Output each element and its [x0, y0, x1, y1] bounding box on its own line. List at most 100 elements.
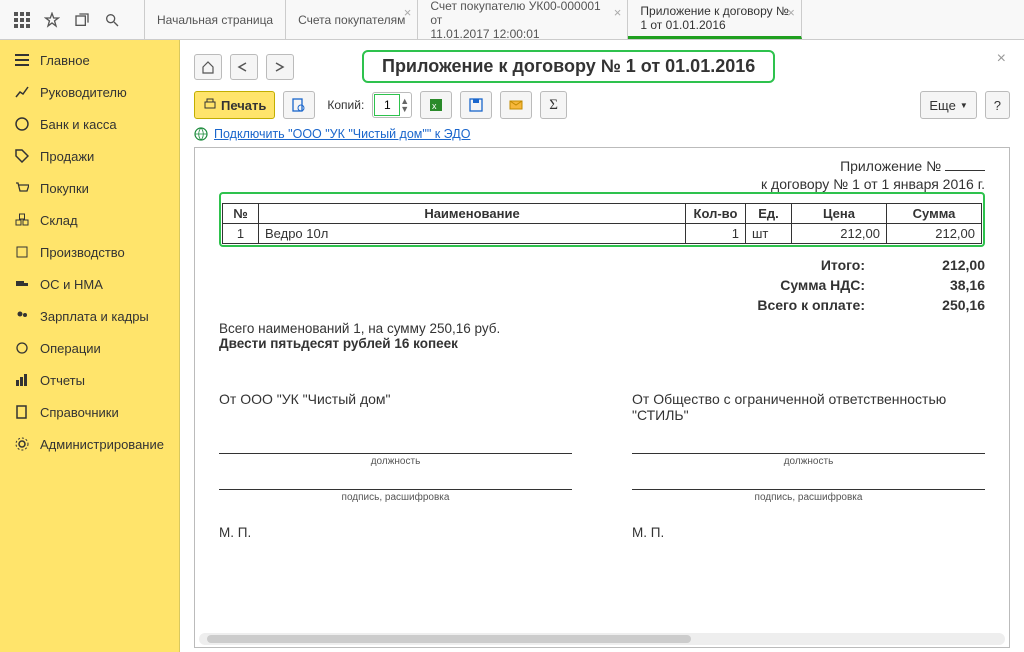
- sidebar-item-label: Главное: [40, 53, 90, 68]
- topbar: Начальная страница Счета покупателям × С…: [0, 0, 1024, 40]
- print-button[interactable]: Печать: [194, 91, 275, 119]
- sidebar-item-label: Администрирование: [40, 437, 164, 452]
- mail-button[interactable]: [500, 91, 532, 119]
- preview-button[interactable]: [283, 91, 315, 119]
- cell-sum: 212,00: [887, 224, 982, 244]
- copies-input[interactable]: [374, 94, 400, 116]
- sidebar-item-reports[interactable]: Отчеты: [0, 364, 179, 396]
- toolbar: Печать Копий: ▲▼ x Σ Еще: [180, 87, 1024, 123]
- book-icon: [14, 404, 30, 420]
- sidebar-item-label: Банк и касса: [40, 117, 117, 132]
- close-icon[interactable]: ×: [787, 6, 795, 20]
- col-sum: Сумма: [887, 204, 982, 224]
- close-icon[interactable]: ×: [404, 6, 412, 20]
- back-button[interactable]: [230, 54, 258, 80]
- sum-line2: Двести пятьдесят рублей 16 копеек: [219, 336, 985, 351]
- table-highlight: № Наименование Кол-во Ед. Цена Сумма 1 В…: [219, 192, 985, 247]
- sidebar-item-label: Склад: [40, 213, 78, 228]
- svg-text:x: x: [432, 101, 437, 111]
- close-main-icon[interactable]: ×: [997, 50, 1006, 68]
- sidebar-item-label: Продажи: [40, 149, 94, 164]
- contract-line: к договору № 1 от 1 января 2016 г.: [219, 176, 985, 192]
- col-qty: Кол-во: [686, 204, 746, 224]
- cell-qty: 1: [686, 224, 746, 244]
- tabs: Начальная страница Счета покупателям × С…: [145, 0, 1024, 39]
- sidebar-item-assets[interactable]: ОС и НМА: [0, 268, 179, 300]
- new-window-icon[interactable]: [74, 12, 90, 28]
- coin-icon: [14, 116, 30, 132]
- position-line: должность: [219, 453, 572, 467]
- gear-icon: [14, 436, 30, 452]
- sidebar-item-hr[interactable]: Зарплата и кадры: [0, 300, 179, 332]
- globe-icon: [194, 127, 208, 141]
- sum-button[interactable]: Σ: [540, 91, 567, 119]
- document-area: Приложение № к договору № 1 от 1 января …: [194, 147, 1010, 648]
- sum-line1: Всего наименований 1, на сумму 250,16 ру…: [219, 321, 985, 336]
- sidebar-item-sales[interactable]: Продажи: [0, 140, 179, 172]
- edo-link[interactable]: Подключить "ООО "УК "Чистый дом"" к ЭДО: [214, 127, 470, 141]
- total-label: Всего к оплате:: [745, 295, 865, 315]
- truck-icon: [14, 276, 30, 292]
- tab-appendix[interactable]: Приложение к договору № 1 от 01.01.2016 …: [628, 0, 801, 39]
- totals: Итого:212,00 Сумма НДС:38,16 Всего к опл…: [219, 255, 985, 315]
- forward-button[interactable]: [266, 54, 294, 80]
- home-button[interactable]: [194, 54, 222, 80]
- sign-left: От ООО "УК "Чистый дом" должность подпис…: [219, 391, 572, 540]
- star-icon[interactable]: [44, 12, 60, 28]
- cell-price: 212,00: [792, 224, 887, 244]
- page-title: Приложение к договору № 1 от 01.01.2016: [362, 50, 775, 83]
- close-icon[interactable]: ×: [614, 6, 622, 20]
- col-name: Наименование: [259, 204, 686, 224]
- help-button[interactable]: ?: [985, 91, 1010, 119]
- tab-home[interactable]: Начальная страница: [145, 0, 286, 39]
- sidebar-item-operations[interactable]: Операции: [0, 332, 179, 364]
- bars-icon: [14, 372, 30, 388]
- position-line: должность: [632, 453, 985, 467]
- save-button[interactable]: [460, 91, 492, 119]
- itogo-label: Итого:: [745, 255, 865, 275]
- items-table: № Наименование Кол-во Ед. Цена Сумма 1 В…: [222, 203, 982, 244]
- search-icon[interactable]: [104, 12, 120, 28]
- signature-line: подпись, расшифровка: [632, 489, 985, 503]
- sidebar-item-catalogs[interactable]: Справочники: [0, 396, 179, 428]
- cell-unit: шт: [746, 224, 792, 244]
- cell-num: 1: [223, 224, 259, 244]
- more-button[interactable]: Еще ▼: [920, 91, 976, 119]
- copies-label: Копий:: [327, 98, 364, 112]
- sidebar-item-bank[interactable]: Банк и касса: [0, 108, 179, 140]
- appendix-prefix: Приложение №: [840, 158, 941, 174]
- sidebar-item-label: ОС и НМА: [40, 277, 103, 292]
- sidebar-item-admin[interactable]: Администрирование: [0, 428, 179, 460]
- mp-right: М. П.: [632, 525, 985, 540]
- copies-spinner[interactable]: ▲▼: [400, 97, 410, 113]
- sidebar-item-warehouse[interactable]: Склад: [0, 204, 179, 236]
- tab-sublabel: 11.01.2017 12:00:01: [430, 27, 615, 41]
- sum-text: Всего наименований 1, на сумму 250,16 ру…: [219, 321, 985, 351]
- sidebar-item-manager[interactable]: Руководителю: [0, 76, 179, 108]
- excel-button[interactable]: x: [420, 91, 452, 119]
- sidebar-item-label: Операции: [40, 341, 101, 356]
- topbar-toolbar: [0, 0, 145, 39]
- nds-label: Сумма НДС:: [745, 275, 865, 295]
- people-icon: [14, 308, 30, 324]
- col-unit: Ед.: [746, 204, 792, 224]
- main-header: Приложение к договору № 1 от 01.01.2016 …: [180, 40, 1024, 87]
- boxes-icon: [14, 212, 30, 228]
- chart-up-icon: [14, 84, 30, 100]
- sidebar-item-home[interactable]: Главное: [0, 44, 179, 76]
- sign-from-left: От ООО "УК "Чистый дом": [219, 391, 572, 427]
- sign-right: От Общество с ограниченной ответственнос…: [632, 391, 985, 540]
- sidebar-item-purchases[interactable]: Покупки: [0, 172, 179, 204]
- tab-invoice-detail[interactable]: Счет покупателю УК00-000001 от 11.01.201…: [418, 0, 628, 39]
- print-label: Печать: [221, 98, 266, 113]
- horizontal-scrollbar[interactable]: [199, 633, 1005, 645]
- tab-invoices[interactable]: Счета покупателям ×: [286, 0, 418, 39]
- signatures: От ООО "УК "Чистый дом" должность подпис…: [219, 391, 985, 540]
- sign-from-right: От Общество с ограниченной ответственнос…: [632, 391, 985, 427]
- apps-icon[interactable]: [14, 12, 30, 28]
- sidebar-item-label: Покупки: [40, 181, 89, 196]
- tab-sublabel: 1 от 01.01.2016: [640, 18, 788, 32]
- table-row[interactable]: 1 Ведро 10л 1 шт 212,00 212,00: [223, 224, 982, 244]
- sidebar-item-production[interactable]: Производство: [0, 236, 179, 268]
- cell-name: Ведро 10л: [259, 224, 686, 244]
